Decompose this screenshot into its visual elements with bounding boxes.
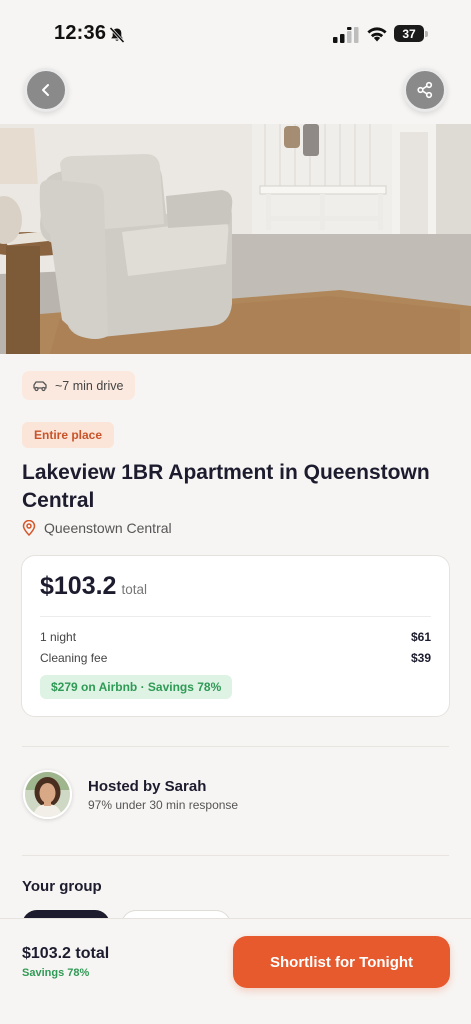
host-photo <box>25 772 70 817</box>
battery-indicator: 37 <box>394 25 424 42</box>
battery-level: 37 <box>402 26 416 41</box>
bottom-total-price: $103.2 total <box>22 945 110 962</box>
shortlist-button[interactable]: Shortlist for Tonight <box>233 936 450 988</box>
bell-slash-icon <box>109 26 125 44</box>
section-divider <box>22 855 449 856</box>
location-text: Queenstown Central <box>44 520 172 536</box>
drive-time-text: ~7 min drive <box>55 378 124 393</box>
listing-type-badge: Entire place <box>22 422 115 448</box>
chevron-left-icon <box>42 84 49 96</box>
savings-badge: $279 on Airbnb · Savings 78% <box>40 675 233 699</box>
listing-photo[interactable] <box>0 124 471 354</box>
battery-tip <box>425 31 428 37</box>
price-amount: $103.2 <box>40 572 117 600</box>
host-name: Hosted by Sarah <box>88 778 207 795</box>
line-item-value: $39 <box>410 651 431 665</box>
back-button[interactable] <box>24 68 68 112</box>
bottom-action-bar: $103.2 total Savings 78% Shortlist for T… <box>0 918 471 1024</box>
shortlist-button-label: Shortlist for Tonight <box>269 953 414 971</box>
host-avatar[interactable] <box>23 770 72 819</box>
price-line-item: Cleaning fee $39 <box>40 651 431 665</box>
wifi-icon <box>367 27 387 42</box>
listing-title: Lakeview 1BR Apartment in Queenstown Cen… <box>22 461 430 512</box>
cellular-signal-icon <box>333 27 359 43</box>
price-line-item: 1 night $61 <box>40 630 431 644</box>
line-item-label: 1 night <box>40 630 77 644</box>
listing-location: Queenstown Central <box>22 520 172 536</box>
host-response-rate: 97% under 30 min response <box>88 798 239 812</box>
section-divider <box>22 746 449 747</box>
listing-type-label: Entire place <box>34 428 103 442</box>
divider <box>40 616 431 617</box>
room-photo-image <box>0 124 471 354</box>
price-total-label: total <box>121 582 147 597</box>
share-icon <box>417 81 433 99</box>
group-section-title: Your group <box>22 878 102 895</box>
line-item-label: Cleaning fee <box>40 651 108 665</box>
status-time: 12:36 <box>54 22 107 44</box>
price-card: $103.2 total 1 night $61 Cleaning fee $3… <box>21 555 450 717</box>
price-summary: $103.2 total <box>40 572 147 601</box>
car-icon <box>33 380 47 391</box>
savings-badge-text: $279 on Airbnb · Savings 78% <box>51 680 222 694</box>
map-pin-icon <box>22 520 36 536</box>
status-bar: 12:36 37 <box>0 0 471 64</box>
share-button[interactable] <box>403 68 447 112</box>
bottom-savings: Savings 78% <box>22 967 90 979</box>
line-item-value: $61 <box>410 630 431 644</box>
drive-time-chip: ~7 min drive <box>22 371 136 400</box>
